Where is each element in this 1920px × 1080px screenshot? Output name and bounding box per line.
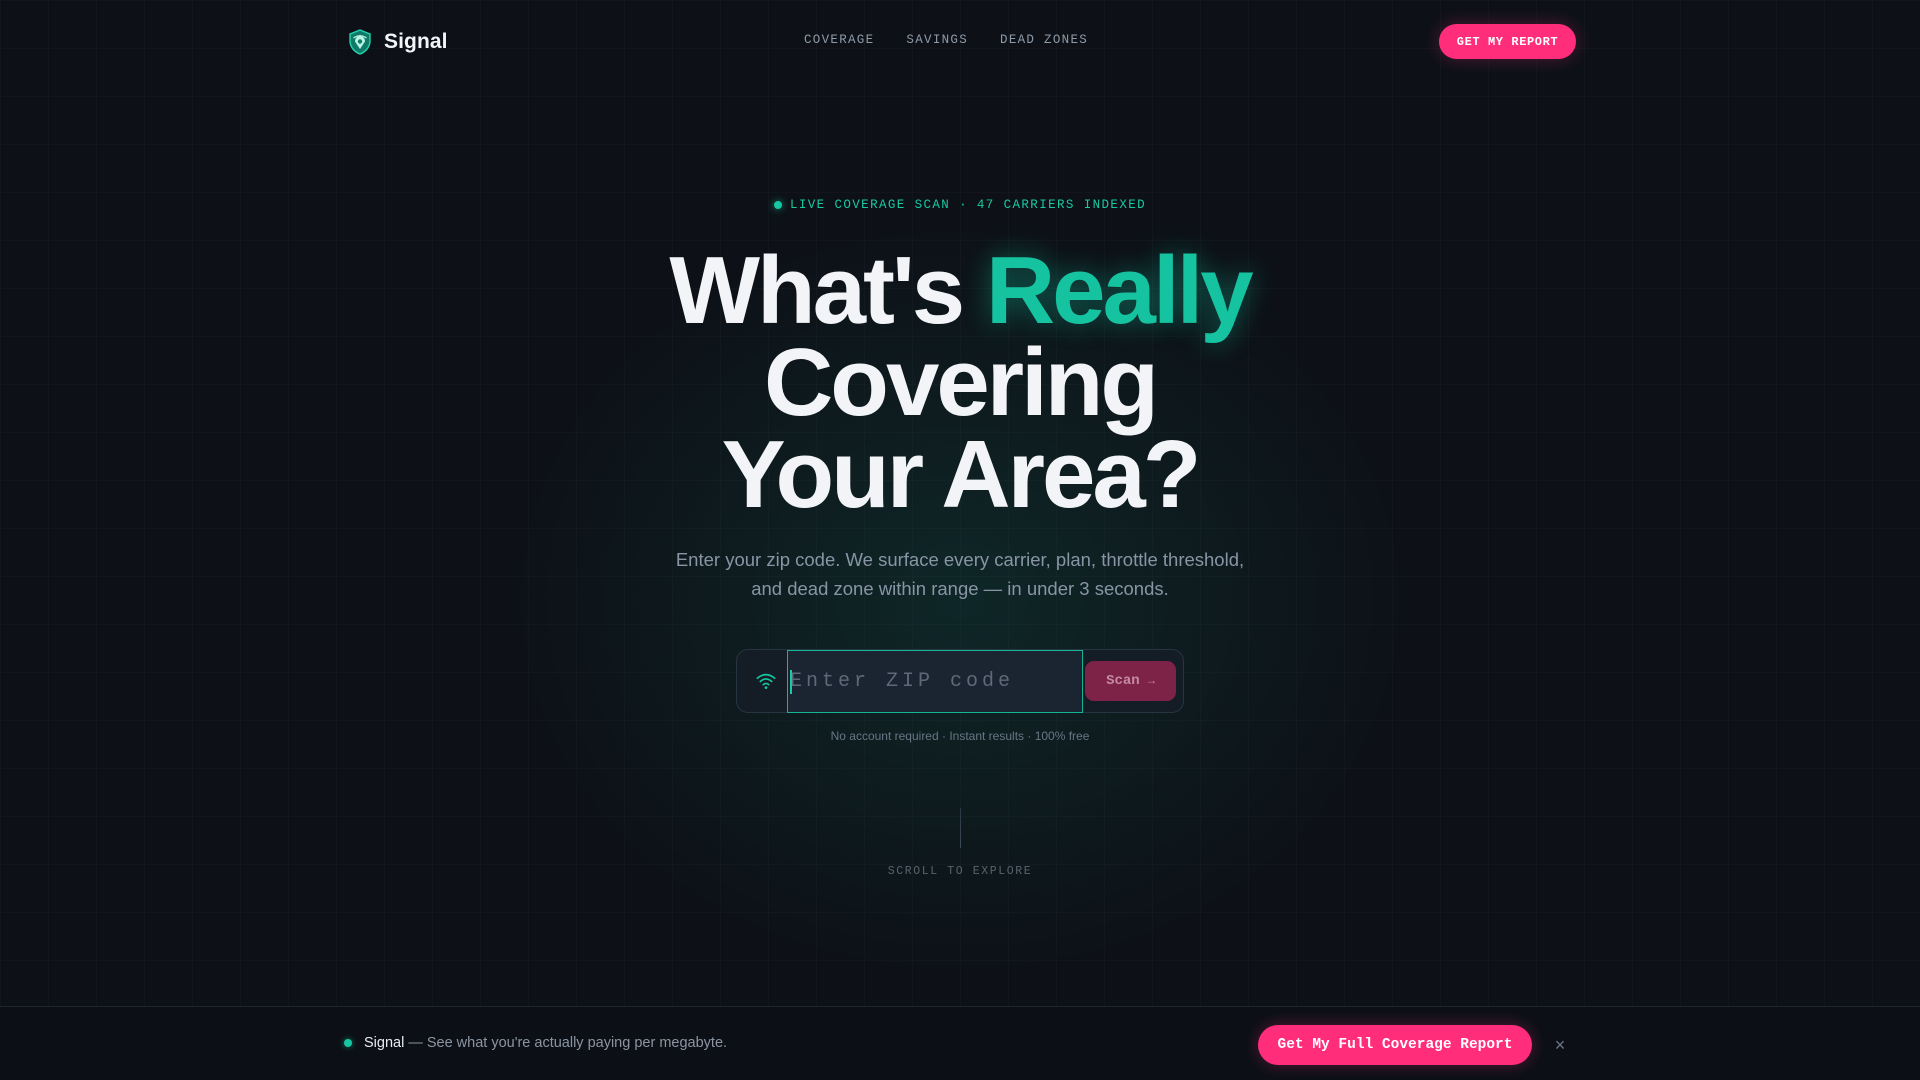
headline-line-2: Covering [763,329,1159,436]
live-scan-badge: LIVE COVERAGE SCAN · 47 CARRIERS INDEXED [0,198,1920,212]
scroll-indicator-line [960,808,961,848]
nav-link-dead-zones[interactable]: DEAD ZONES [1000,33,1088,47]
status-dot [344,1039,352,1047]
top-nav: Signal COVERAGE SAVINGS DEAD ZONES GET M… [0,0,1920,84]
arrow-right-icon: → [1147,674,1155,688]
close-icon[interactable]: × [1550,1033,1570,1057]
headline-line-1: What's Really [0,243,1920,339]
nav-links: COVERAGE SAVINGS DEAD ZONES [804,33,1088,47]
shield-logo-icon [349,29,371,55]
wifi-icon [756,673,776,689]
brand-name: Signal [384,30,448,53]
bottom-bar-brand: Signal [364,1035,405,1051]
headline-part-1: What's [669,237,986,344]
sticky-bottom-bar: Signal — See what you're actually paying… [0,1006,1920,1080]
hero-headline: What's Really Covering Your Area? [0,243,1920,528]
scroll-to-explore[interactable]: SCROLL TO EXPLORE [0,865,1920,878]
nav-link-savings[interactable]: SAVINGS [906,33,968,47]
nav-link-coverage[interactable]: COVERAGE [804,33,874,47]
bottom-bar-tagline: — See what you're actually paying per me… [408,1035,728,1051]
zip-search-form: Scan → [736,649,1184,713]
brand-logo[interactable]: Signal [348,28,448,56]
headline-accent: Really [985,237,1254,344]
hero-subtitle: Enter your zip code. We surface every ca… [675,549,1245,599]
search-note: No account required · Instant results · … [830,729,1090,743]
scan-button-label: Scan [1106,673,1140,689]
scan-button[interactable]: Scan → [1085,661,1176,701]
get-my-report-button[interactable]: GET MY REPORT [1439,24,1576,59]
bottom-bar-message: Signal — See what you're actually paying… [344,1035,727,1051]
zip-code-input[interactable] [787,650,1083,713]
live-scan-text: LIVE COVERAGE SCAN · 47 CARRIERS INDEXED [789,198,1147,212]
headline-line-3: Your Area? [721,421,1202,528]
status-dot [773,201,782,209]
full-coverage-report-button[interactable]: Get My Full Coverage Report [1258,1025,1532,1065]
text-cursor [790,670,792,694]
